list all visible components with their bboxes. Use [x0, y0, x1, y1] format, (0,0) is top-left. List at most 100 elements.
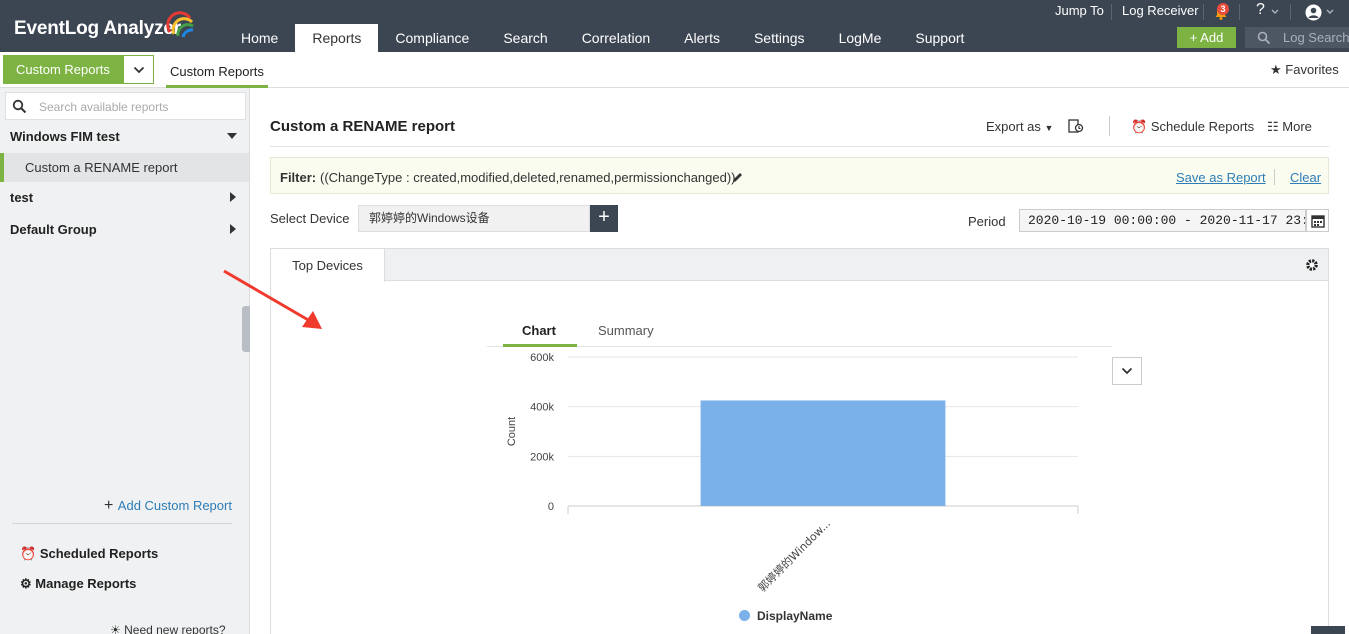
gear-icon[interactable] [1305, 258, 1319, 272]
util-divider [1111, 4, 1112, 20]
export-as-label: Export as [986, 119, 1041, 134]
util-divider [1239, 4, 1240, 20]
legend-swatch [739, 610, 750, 621]
schedule-reports-label: Schedule Reports [1150, 119, 1255, 134]
tab-summary[interactable]: Summary [598, 323, 654, 338]
schedule-reports-button[interactable]: ⏰ Schedule Reports [1131, 119, 1254, 135]
chevron-down-icon[interactable] [1326, 9, 1334, 15]
legend-label: DisplayName [757, 609, 833, 623]
need-new-reports-label: Need new reports? [124, 623, 226, 634]
help-icon[interactable]: ? [1256, 1, 1265, 19]
star-icon: ★ [1270, 62, 1286, 77]
chevron-down-icon[interactable] [124, 56, 153, 83]
y-axis-label: Count [506, 417, 518, 446]
report-panel: Top Devices Chart Summary 0 200k 400k 600k C… [270, 248, 1329, 634]
report-search-input[interactable]: Search available reports [5, 92, 246, 120]
favorites-link[interactable]: ★ Favorites [1270, 62, 1339, 78]
filter-bar: Filter: ((ChangeType : created,modified,… [270, 157, 1329, 194]
export-as-dropdown[interactable]: Export as ▼ [986, 119, 1053, 134]
caret-right-icon[interactable] [230, 224, 236, 234]
add-button[interactable]: + Add [1177, 27, 1236, 48]
add-button-label: Add [1200, 30, 1224, 45]
add-custom-report-link[interactable]: + Add Custom Report [104, 497, 232, 515]
add-custom-report-label: Add Custom Report [117, 498, 232, 513]
device-select-input[interactable]: 郭婷婷的Windows设备 [358, 205, 590, 232]
top-header: EventLog Analyzer Home Reports Complianc… [0, 0, 1349, 52]
filter-value: ((ChangeType : created,modified,deleted,… [320, 170, 736, 185]
nav-alerts[interactable]: Alerts [667, 24, 737, 52]
nav-home[interactable]: Home [224, 24, 295, 52]
chart-legend[interactable]: DisplayName [739, 609, 832, 623]
caret-down-icon: ▼ [1044, 123, 1054, 133]
sidebar-divider [12, 523, 232, 524]
bar [700, 400, 946, 506]
scroll-top-button[interactable] [1311, 626, 1345, 634]
panel-header [271, 249, 1328, 281]
notification-badge: 3 [1217, 3, 1229, 15]
filter-label: Filter: [280, 170, 317, 185]
y-tick-label: 200k [530, 451, 554, 463]
period-input[interactable]: 2020-10-19 00:00:00 - 2020-11-17 23:59:5… [1019, 209, 1306, 232]
log-receiver-link[interactable]: Log Receiver [1122, 3, 1199, 18]
nav-reports[interactable]: Reports [295, 24, 379, 52]
chevron-down-icon [1121, 367, 1133, 375]
select-device-label: Select Device [270, 211, 350, 226]
calendar-icon[interactable] [1306, 209, 1329, 232]
nav-logme[interactable]: LogMe [822, 24, 899, 52]
search-icon [1257, 31, 1271, 45]
custom-reports-dropdown-label: Custom Reports [4, 56, 124, 83]
alarm-clock-icon: ⏰ [20, 546, 37, 561]
search-icon [12, 99, 27, 114]
more-list-icon: ☷ [1267, 119, 1279, 134]
favorites-label: Favorites [1285, 62, 1339, 77]
period-label: Period [968, 214, 1006, 229]
sidebar-group-default-group[interactable]: Default Group [10, 222, 97, 237]
x-tick-label: 郭婷婷的Window... [755, 516, 833, 594]
util-divider [1290, 4, 1291, 20]
clear-filter-link[interactable]: Clear [1290, 170, 1321, 185]
pdf-export-icon[interactable] [1068, 119, 1084, 134]
y-tick-label: 400k [530, 402, 554, 414]
logo-swirl-icon [166, 11, 194, 38]
need-new-reports-link[interactable]: ☀ Need new reports? [110, 623, 226, 634]
scheduled-reports-link[interactable]: ⏰ Scheduled Reports [20, 546, 158, 562]
jump-to-link[interactable]: Jump To [1055, 3, 1104, 18]
sidebar-item-label: Custom a RENAME report [25, 160, 178, 175]
sidebar-item-custom-rename-report[interactable]: Custom a RENAME report [0, 153, 249, 182]
manage-reports-link[interactable]: ⚙ Manage Reports [20, 576, 136, 592]
more-button[interactable]: ☷ More [1267, 119, 1312, 135]
y-tick-label: 600k [530, 352, 554, 364]
sidebar-group-windows-fim-test[interactable]: Windows FIM test [10, 129, 120, 144]
manage-reports-label: Manage Reports [35, 576, 137, 591]
caret-down-icon[interactable] [227, 133, 237, 139]
plus-icon: + [1189, 30, 1201, 45]
add-device-button[interactable]: + [590, 205, 618, 232]
chevron-down-icon[interactable] [1271, 9, 1279, 15]
gear-icon: ⚙ [20, 576, 32, 591]
chart-options-dropdown[interactable] [1112, 357, 1142, 385]
title-divider [270, 146, 1329, 147]
y-tick-label: 0 [548, 501, 554, 513]
user-avatar-icon[interactable] [1305, 4, 1322, 21]
plus-icon: + [104, 497, 118, 514]
lightbulb-icon: ☀ [110, 623, 121, 634]
sidebar: Search available reports Windows FIM tes… [0, 88, 250, 634]
main-nav: Home Reports Compliance Search Correlati… [224, 24, 981, 52]
nav-support[interactable]: Support [898, 24, 981, 52]
edit-pencil-icon[interactable] [731, 171, 744, 184]
alarm-clock-icon: ⏰ [1131, 119, 1148, 134]
annotation-arrow-icon [223, 269, 322, 329]
nav-compliance[interactable]: Compliance [378, 24, 486, 52]
custom-reports-dropdown[interactable]: Custom Reports [3, 55, 154, 84]
util-divider [1203, 4, 1204, 20]
nav-correlation[interactable]: Correlation [565, 24, 667, 52]
nav-search[interactable]: Search [486, 24, 564, 52]
caret-right-icon[interactable] [230, 192, 236, 202]
sub-header: Custom Reports Custom Reports ★ Favorite… [0, 52, 1349, 88]
tab-custom-reports[interactable]: Custom Reports [170, 64, 264, 79]
tab-chart[interactable]: Chart [522, 323, 556, 338]
save-as-report-link[interactable]: Save as Report [1176, 170, 1266, 185]
sidebar-group-test[interactable]: test [10, 190, 33, 205]
nav-settings[interactable]: Settings [737, 24, 822, 52]
app-logo[interactable]: EventLog Analyzer [14, 18, 181, 40]
